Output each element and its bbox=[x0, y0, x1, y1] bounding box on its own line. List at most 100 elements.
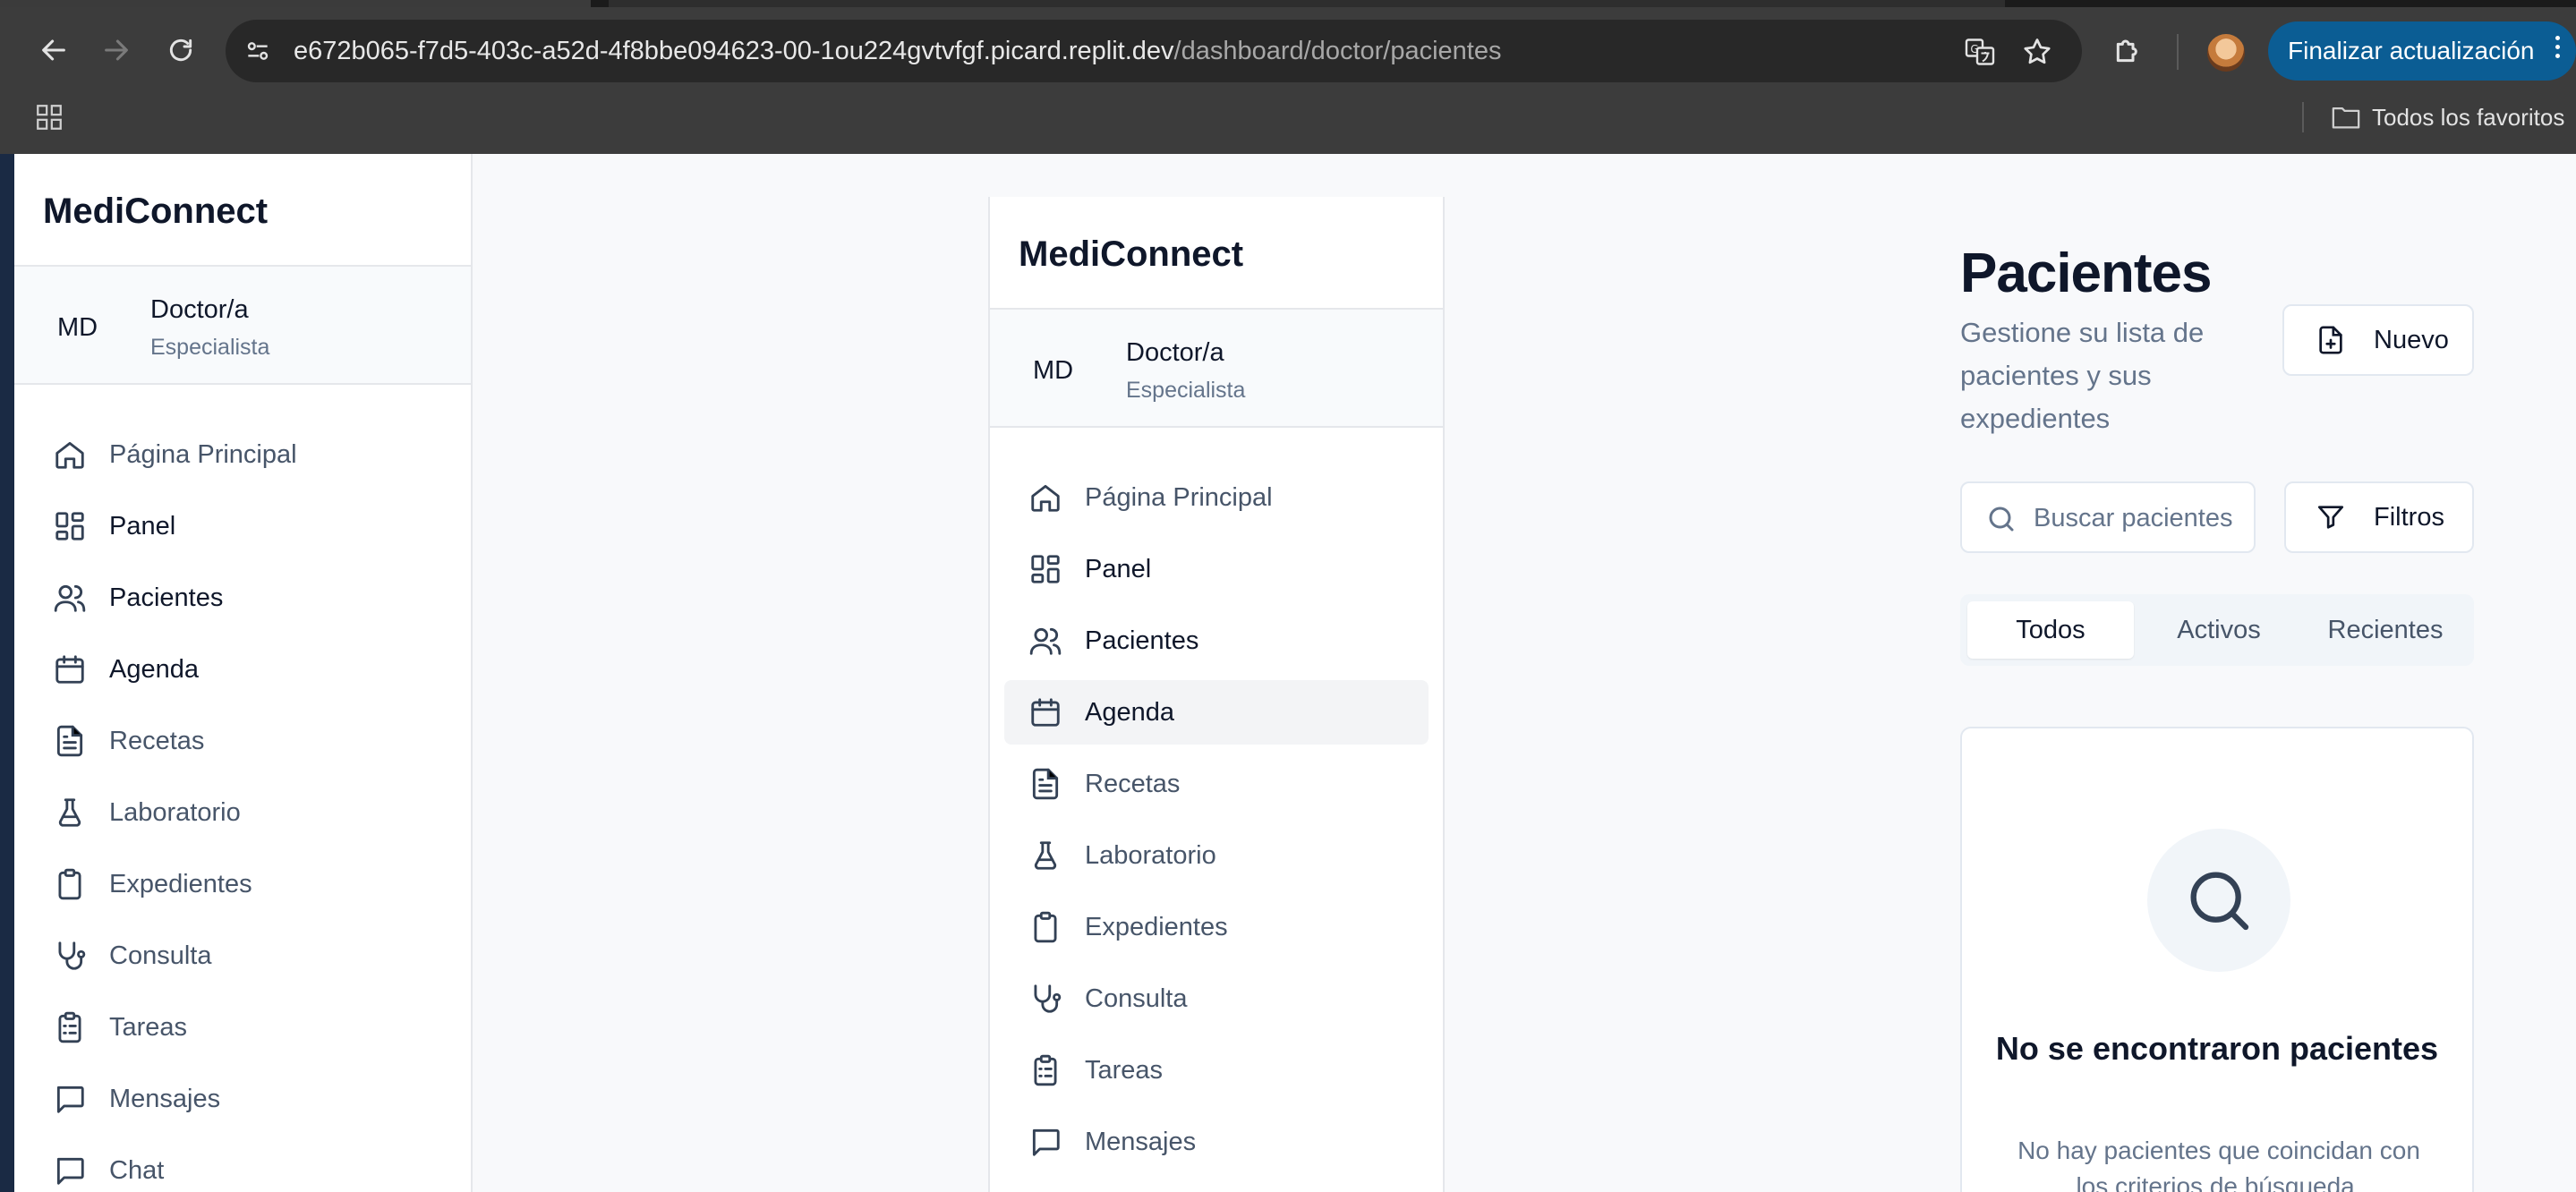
folder-icon bbox=[2332, 106, 2360, 129]
reload-icon bbox=[169, 38, 192, 62]
search-placeholder: Buscar pacientes bbox=[2034, 504, 2233, 532]
user-name: Doctor/a bbox=[150, 295, 249, 324]
sidebar-item-recetas[interactable]: Recetas bbox=[1004, 752, 1429, 816]
sidebar-item-chat[interactable]: Chat bbox=[29, 1138, 456, 1192]
tab-edge[interactable] bbox=[609, 0, 2005, 7]
sidebar-item-label: Consulta bbox=[1085, 983, 1188, 1013]
flask-icon bbox=[1028, 838, 1063, 873]
sidebar-item-label: Mensajes bbox=[109, 1084, 221, 1113]
page-viewport: MediConnect MD Doctor/a Especialista Pág… bbox=[14, 154, 2576, 1192]
brand-logo[interactable]: MediConnect bbox=[43, 192, 268, 232]
sidebar-item-panel[interactable]: Panel bbox=[29, 494, 456, 558]
home-icon bbox=[52, 437, 88, 473]
forward-button[interactable] bbox=[90, 27, 143, 73]
filters-label: Filtros bbox=[2374, 502, 2444, 532]
sidebar-item-chat[interactable]: Chat bbox=[1004, 1181, 1429, 1192]
brand-logo[interactable]: MediConnect bbox=[1019, 234, 1243, 275]
clipboard-icon bbox=[1028, 909, 1063, 945]
sidebar-item-pagina-principal[interactable]: Página Principal bbox=[1004, 465, 1429, 530]
sidebar-item-tareas[interactable]: Tareas bbox=[1004, 1038, 1429, 1103]
kebab-menu-icon[interactable] bbox=[2555, 36, 2560, 58]
avatar: MD bbox=[1033, 356, 1074, 385]
users-icon bbox=[52, 580, 88, 616]
bookmarks-divider bbox=[2302, 102, 2304, 132]
checklist-icon bbox=[1028, 1052, 1063, 1088]
tab-activos[interactable]: Activos bbox=[2136, 601, 2302, 659]
address-bar[interactable]: e672b065-f7d5-403c-a52d-4f8bbe094623-00-… bbox=[226, 20, 2082, 82]
sidebar-item-agenda[interactable]: Agenda bbox=[29, 637, 456, 702]
divider bbox=[990, 426, 1443, 428]
empty-state-card: No se encontraron pacientes No hay pacie… bbox=[1960, 727, 2474, 1192]
arrow-right-icon bbox=[105, 39, 128, 61]
new-patient-label: Nuevo bbox=[2374, 325, 2449, 354]
tab-edge[interactable] bbox=[0, 0, 591, 7]
sidebar-item-laboratorio[interactable]: Laboratorio bbox=[1004, 823, 1429, 888]
dashboard-grid-icon bbox=[1028, 551, 1063, 587]
window-edge bbox=[0, 154, 14, 1192]
tab-recientes[interactable]: Recientes bbox=[2302, 601, 2469, 659]
sidebar-item-label: Panel bbox=[109, 511, 176, 541]
user-profile[interactable]: MD Doctor/a Especialista bbox=[14, 267, 471, 383]
sidebar-item-pacientes[interactable]: Pacientes bbox=[1004, 609, 1429, 673]
sidebar-item-tareas[interactable]: Tareas bbox=[29, 995, 456, 1060]
sidebar-item-label: Chat bbox=[109, 1155, 165, 1185]
sidebar-item-laboratorio[interactable]: Laboratorio bbox=[29, 780, 456, 845]
sidebar-item-mensajes[interactable]: Mensajes bbox=[29, 1067, 456, 1131]
empty-state-title: No se encontraron pacientes bbox=[1995, 1030, 2439, 1067]
sidebar-item-label: Laboratorio bbox=[1085, 840, 1216, 870]
sidebar-primary: MediConnect MD Doctor/a Especialista Pág… bbox=[14, 154, 473, 1192]
user-profile[interactable]: MD Doctor/a Especialista bbox=[990, 310, 1443, 426]
stethoscope-icon bbox=[52, 938, 88, 974]
sidebar-item-panel[interactable]: Panel bbox=[1004, 537, 1429, 601]
search-icon bbox=[2190, 872, 2249, 931]
calendar-icon bbox=[52, 651, 88, 687]
bookmark-star-icon[interactable] bbox=[2021, 36, 2053, 68]
sidebar-item-label: Consulta bbox=[109, 941, 212, 970]
sidebar-item-mensajes[interactable]: Mensajes bbox=[1004, 1110, 1429, 1174]
bookmarks-bar: Todos los favoritos bbox=[0, 93, 2576, 154]
extensions-puzzle-icon[interactable] bbox=[2111, 32, 2146, 68]
sidebar-item-label: Página Principal bbox=[109, 439, 297, 469]
sidebar-item-label: Agenda bbox=[1085, 697, 1174, 727]
page-subtitle: Gestione su lista de pacientes y sus exp… bbox=[1960, 317, 2205, 434]
filters-button[interactable]: Filtros bbox=[2284, 481, 2474, 553]
sidebar-item-agenda[interactable]: Agenda bbox=[1004, 680, 1429, 745]
sidebar-item-pagina-principal[interactable]: Página Principal bbox=[29, 422, 456, 487]
sidebar-item-pacientes[interactable]: Pacientes bbox=[29, 566, 456, 630]
url-text[interactable]: e672b065-f7d5-403c-a52d-4f8bbe094623-00-… bbox=[294, 20, 1502, 82]
search-input[interactable]: Buscar pacientes bbox=[1960, 481, 2256, 553]
update-button[interactable]: Finalizar actualización bbox=[2268, 21, 2576, 81]
sidebar-item-label: Mensajes bbox=[1085, 1127, 1197, 1156]
back-button[interactable] bbox=[27, 27, 81, 73]
sidebar-item-label: Recetas bbox=[1085, 769, 1181, 798]
sidebar-item-expedientes[interactable]: Expedientes bbox=[29, 852, 456, 916]
all-bookmarks-label: Todos los favoritos bbox=[2372, 103, 2565, 131]
sidebar-item-label: Expedientes bbox=[1085, 912, 1228, 941]
file-plus-icon bbox=[2315, 324, 2347, 356]
users-icon bbox=[1028, 623, 1063, 659]
update-label: Finalizar actualización bbox=[2288, 37, 2535, 64]
apps-grid-icon[interactable] bbox=[34, 102, 64, 132]
sidebar-item-label: Tareas bbox=[109, 1012, 188, 1042]
sidebar-item-expedientes[interactable]: Expedientes bbox=[1004, 895, 1429, 959]
user-name: Doctor/a bbox=[1126, 338, 1224, 367]
empty-state-description: No hay pacientes que coincidan con los c… bbox=[2017, 1137, 2420, 1192]
sidebar-item-consulta[interactable]: Consulta bbox=[1004, 966, 1429, 1031]
profile-avatar[interactable] bbox=[2207, 34, 2245, 72]
translate-icon[interactable]: G bbox=[1964, 36, 1996, 68]
search-icon bbox=[1989, 507, 2014, 532]
new-patient-button[interactable]: Nuevo bbox=[2282, 304, 2474, 376]
reload-button[interactable] bbox=[154, 27, 208, 73]
sidebar-item-consulta[interactable]: Consulta bbox=[29, 924, 456, 988]
sidebar-item-label: Expedientes bbox=[109, 869, 252, 898]
site-settings-icon[interactable] bbox=[243, 37, 272, 65]
patient-tabs: Todos Activos Recientes bbox=[1960, 594, 2474, 666]
tab-strip bbox=[0, 0, 2576, 7]
tab-todos[interactable]: Todos bbox=[1967, 601, 2134, 659]
all-bookmarks-folder[interactable]: Todos los favoritos bbox=[2331, 102, 2564, 132]
message-icon bbox=[1028, 1124, 1063, 1160]
sidebar-item-recetas[interactable]: Recetas bbox=[29, 709, 456, 773]
sidebar-item-label: Página Principal bbox=[1085, 482, 1273, 512]
stethoscope-icon bbox=[1028, 981, 1063, 1017]
url-host: e672b065-f7d5-403c-a52d-4f8bbe094623-00-… bbox=[294, 37, 1174, 65]
